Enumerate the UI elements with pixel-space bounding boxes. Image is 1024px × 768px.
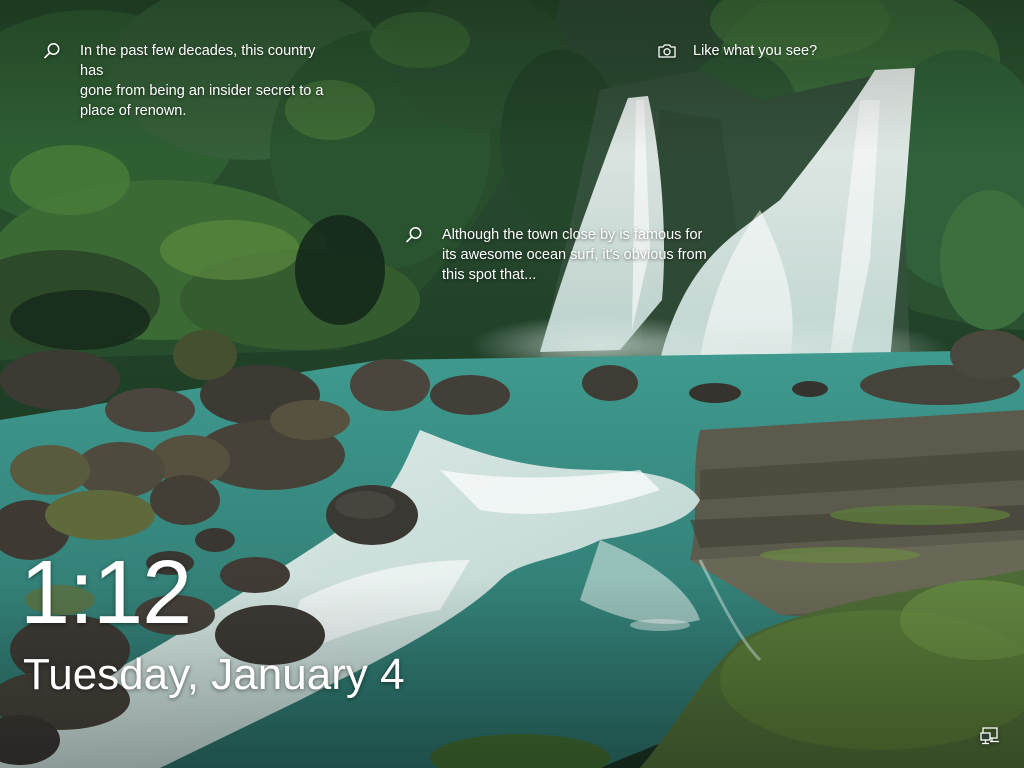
search-icon [406, 227, 422, 243]
lock-screen[interactable]: In the past few decades, this country ha… [0, 0, 1024, 768]
network-icon[interactable] [980, 726, 1002, 746]
spotlight-hint-2[interactable]: Although the town close by is famous for… [404, 225, 734, 285]
spotlight-hint-1-text: In the past few decades, this country ha… [80, 43, 324, 119]
like-what-you-see-text: Like what you see? [693, 43, 818, 59]
like-what-you-see-button[interactable]: Like what you see? [657, 41, 817, 61]
lock-screen-clock: 1:12 [20, 543, 192, 643]
spotlight-hint-1[interactable]: In the past few decades, this country ha… [42, 41, 342, 121]
spotlight-hint-2-text: Although the town close by is famous for… [442, 227, 707, 283]
search-icon [44, 43, 60, 59]
lock-screen-date: Tuesday, January 4 [23, 650, 405, 699]
camera-icon [658, 44, 676, 58]
